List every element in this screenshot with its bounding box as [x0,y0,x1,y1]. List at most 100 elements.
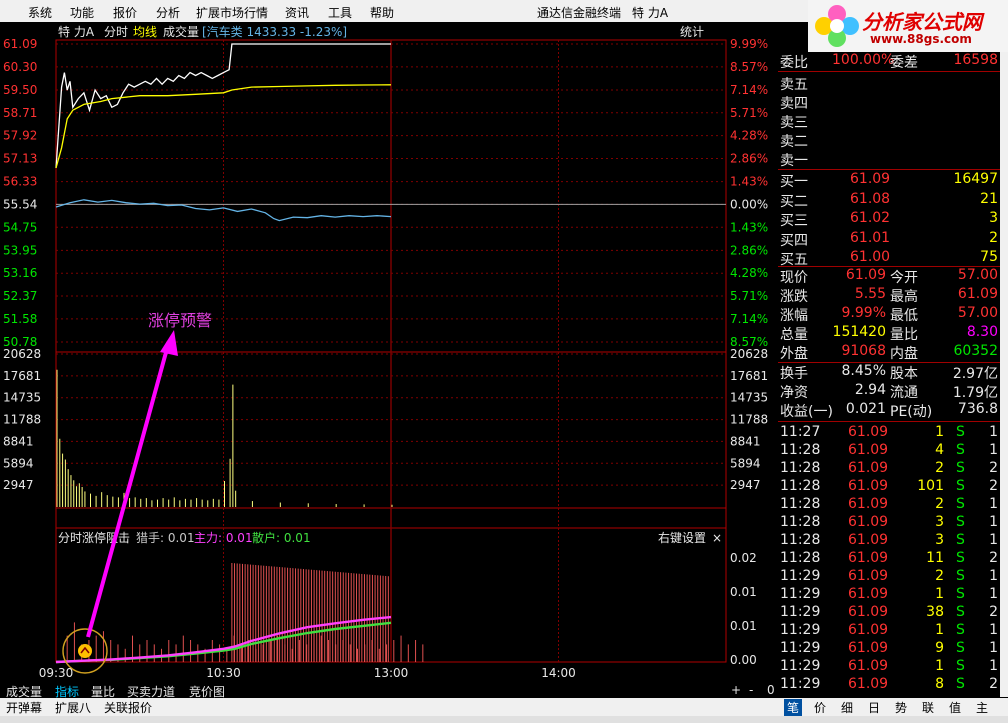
toolbar-tab-0[interactable]: 开弹幕 [3,699,45,716]
stat-label: 换手 [780,366,808,382]
right-tab-4[interactable]: 势 [892,699,910,716]
price-tick-label: 52.37 [3,289,37,303]
tick-volume: 101 [917,478,944,494]
chart-header-label: 成交量 [163,24,199,39]
right-tab-5[interactable]: 联 [919,699,937,716]
stat-value: 61.09 [845,267,886,283]
tick-volume: 8 [935,676,944,692]
weibi-label: 委比 [780,55,808,71]
pct-tick-label: 4.28% [730,266,768,280]
chart-area[interactable]: 61.09 9.99% 60.30 8.57% 59.50 7.14% 58.71 5.71%… [0,22,778,682]
sell-level-label: 卖四 [780,96,808,112]
stat-row: 外盘 91068 内盘 60352 [778,343,1000,362]
tick-count: 1 [989,424,998,440]
chart-stock-name: 特 力A [58,24,95,39]
tick-side: S [956,550,965,566]
tick-count: 1 [989,640,998,656]
tick-price: 61.09 [848,640,889,656]
indicator-legend-item: 猎手: 0.01 [136,531,195,545]
annotation-label: 涨停预警 [148,311,212,330]
tick-side: S [956,532,965,548]
weicha-value: 16598 [953,52,998,68]
stat-label: 净资 [780,385,808,401]
right-tab-1[interactable]: 价 [811,699,829,716]
tick-count: 1 [989,496,998,512]
tick-row: 11:28 61.09 11 S 2 [778,550,1000,568]
tick-count: 2 [989,460,998,476]
tick-price: 61.09 [848,658,889,674]
toolbar-tab-1[interactable]: 扩展八 [52,699,94,716]
tick-time: 11:28 [780,532,821,548]
menu-item-function[interactable]: 功能 [70,4,94,21]
stat-label: 股本 [890,366,918,382]
tick-side: S [956,478,965,494]
stat-value: 57.00 [957,267,998,283]
tick-count: 2 [989,550,998,566]
sell-row: 卖五 [778,74,1000,93]
menu-item-extended-market[interactable]: 扩展市场行情 [196,4,268,21]
stat-value: 91068 [841,343,886,359]
stat-label: 涨跌 [780,289,808,305]
price-tick-label: 59.50 [3,83,37,97]
menu-item-tools[interactable]: 工具 [328,4,352,21]
tick-time: 11:29 [780,640,821,656]
flower-logo-icon [815,5,859,47]
warning-dot-icon [78,644,92,658]
buy-volume: 21 [980,190,998,207]
logo-brand: 分析家公式网 [862,10,982,34]
volume-tick-label: 2947 [3,478,34,492]
zoom-control-button[interactable]: + [728,683,744,697]
stat-label: 内盘 [890,346,918,362]
menu-item-help[interactable]: 帮助 [370,4,394,21]
menu-item-quote[interactable]: 报价 [113,4,137,21]
right-tab-0[interactable]: 笔 [784,699,803,716]
tick-price: 61.09 [848,676,889,692]
tick-price: 61.09 [848,478,889,494]
sell-level-label: 卖五 [780,77,808,93]
right-tab-6[interactable]: 值 [946,699,964,716]
intraday-chart[interactable]: 61.09 9.99% 60.30 8.57% 59.50 7.14% 58.71 5.71%… [0,22,778,682]
scrollbar[interactable] [1000,52,1008,697]
buy-volume: 2 [989,229,998,246]
stat-value: 61.09 [957,286,998,302]
tick-volume: 1 [935,622,944,638]
menu-item-news[interactable]: 资讯 [285,4,309,21]
toolbar-tab-2[interactable]: 关联报价 [101,699,155,716]
tick-time: 11:28 [780,514,821,530]
buy-price: 61.00 [850,249,891,265]
stat-value: 2.94 [854,382,886,398]
tick-row: 11:29 61.09 1 S 1 [778,658,1000,676]
tick-count: 2 [989,478,998,494]
stat-label: 流通 [890,385,918,401]
tick-row: 11:29 61.09 38 S 2 [778,604,1000,622]
indicator-legend-item: 散户: 0.01 [252,530,311,545]
menu-item-system[interactable]: 系统 [28,4,52,21]
price-tick-label: 54.75 [3,220,37,234]
buy-row: 买五 61.00 75 [778,249,1000,268]
tick-volume: 1 [935,658,944,674]
stock-title: 特 力A [632,6,669,20]
tick-row: 11:28 61.09 2 S 2 [778,460,1000,478]
stat-value: 60352 [953,343,998,359]
tick-time: 11:27 [780,424,821,440]
tick-time: 11:29 [780,604,821,620]
tick-count: 1 [989,568,998,584]
zoom-control-button[interactable]: 0 [764,683,778,697]
menu-item-analysis[interactable]: 分析 [156,4,180,21]
tick-price: 61.09 [848,550,889,566]
tick-row: 11:29 61.09 8 S 2 [778,676,1000,694]
right-tab-7[interactable]: 主 [973,699,991,716]
pct-tick-label: 0.00% [730,197,768,211]
pct-tick-label: 1.43% [730,220,768,234]
price-tick-label: 51.58 [3,312,37,326]
chart-sector-label: [汽车类 1433.33 -1.23%] [202,24,347,39]
tick-time: 11:29 [780,568,821,584]
right-tab-2[interactable]: 细 [838,699,856,716]
right-tab-3[interactable]: 日 [865,699,883,716]
tick-volume: 4 [935,442,944,458]
price-tick-label: 53.95 [3,243,37,257]
tick-price: 61.09 [848,568,889,584]
stat-row: 换手 8.45% 股本 2.97亿 [778,363,1000,382]
tick-count: 1 [989,532,998,548]
zoom-control-button[interactable]: - [746,683,756,697]
